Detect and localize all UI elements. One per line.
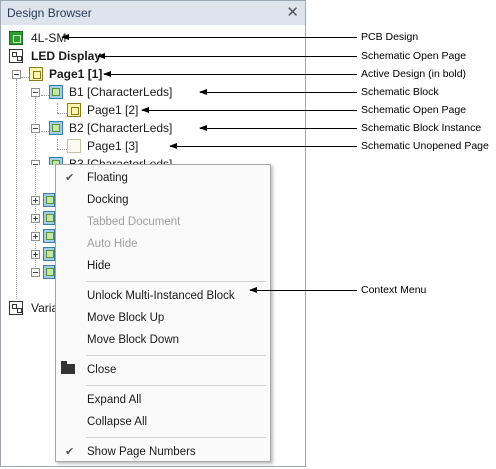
menu-item-label: Tabbed Document [87,216,181,228]
panel-titlebar[interactable]: Design Browser ✕ [1,1,305,26]
arrowhead-icon [199,89,207,95]
menu-item-floating[interactable]: ✔ Floating [56,167,270,189]
annotation-arrow [199,125,357,131]
arrowhead-icon [61,34,69,40]
menu-item-label: Expand All [87,394,142,406]
tree-item-label: B2 [CharacterLeds] [69,121,173,135]
arrowhead-icon [199,125,207,131]
menu-item-docking[interactable]: Docking [56,189,270,211]
annotation-arrow [141,107,357,113]
menu-item-label: Hide [87,260,111,272]
expand-icon[interactable] [31,232,40,241]
variants-icon [9,301,23,315]
annotation-arrow [61,34,357,40]
schematic-project-icon [9,49,23,63]
tree-line [57,103,58,113]
annotation-arrow [199,89,357,95]
schematic-page-icon [67,103,81,117]
check-icon: ✔ [65,446,75,458]
tree-line [57,149,67,150]
collapse-icon[interactable] [31,124,40,133]
menu-item-hide[interactable]: Hide [56,255,270,277]
folder-icon [61,361,75,374]
collapse-icon[interactable] [31,160,40,165]
expand-icon[interactable] [31,214,40,223]
annotation-schematic-block: Schematic Block [361,86,439,98]
menu-item-auto-hide: Auto Hide [56,233,270,255]
tree-item-label: Page1 [3] [87,139,139,153]
arrowhead-icon [141,107,149,113]
menu-separator [86,355,266,356]
menu-item-unlock-block[interactable]: Unlock Multi-Instanced Block [56,285,270,307]
annotation-active-design: Active Design (in bold) [361,68,467,80]
annotation-arrow [169,143,357,149]
menu-item-label: Collapse All [87,416,148,428]
menu-item-label: Close [87,364,117,376]
block-icon [49,85,63,99]
tree-line [57,113,67,114]
annotation-schematic-open-page: Schematic Open Page [361,50,467,62]
annotation-schematic-unopened-page: Schematic Unopened Page [361,140,489,152]
arrowhead-icon [97,53,105,59]
menu-item-label: Auto Hide [87,238,138,250]
menu-item-show-page-numbers[interactable]: ✔ Show Page Numbers [56,441,270,463]
annotation-arrow [97,53,357,59]
collapse-icon[interactable] [12,70,21,79]
menu-item-label: Docking [87,194,129,206]
block-icon [43,247,55,261]
menu-item-expand-all[interactable]: Expand All [56,389,270,411]
menu-item-move-block-down[interactable]: Move Block Down [56,329,270,351]
arrowhead-icon [169,143,177,149]
context-menu: ✔ Floating Docking Tabbed Document Auto … [55,164,271,462]
pcb-icon [9,31,23,45]
menu-item-close[interactable]: Close [56,359,270,381]
block-icon [43,211,55,225]
menu-item-label: Move Block Up [87,312,165,324]
expand-icon[interactable] [31,250,40,259]
menu-item-label: Floating [87,172,128,184]
expand-icon[interactable] [31,196,40,205]
annotation-pcb-design: PCB Design [361,31,419,43]
tree-item-label: B1 [CharacterLeds] [69,85,173,99]
annotation-context-menu: Context Menu [361,284,427,296]
block-icon [43,229,55,243]
tree-item-label: LED Display [31,49,102,63]
tree-item-label: Page1 [1] [49,67,103,81]
annotation-arrow [103,71,357,77]
annotation-schematic-block-instance: Schematic Block Instance [361,122,482,134]
menu-item-tabbed-document: Tabbed Document [56,211,270,233]
unopened-page-icon [67,139,81,153]
block-icon [43,265,55,279]
block-icon [43,193,55,207]
tree-item-label: Page1 [2] [87,103,139,117]
collapse-icon[interactable] [31,88,40,97]
collapse-icon[interactable] [31,268,40,277]
menu-separator [86,437,266,438]
close-icon[interactable]: ✕ [286,3,299,21]
schematic-page-icon [29,67,43,81]
menu-item-label: Show Page Numbers [87,446,196,458]
menu-item-label: Unlock Multi-Instanced Block [87,290,235,302]
menu-separator [86,385,266,386]
menu-separator [86,281,266,282]
arrowhead-icon [249,287,257,293]
panel-title: Design Browser [7,6,92,20]
menu-item-move-block-up[interactable]: Move Block Up [56,307,270,329]
annotation-schematic-open-page-2: Schematic Open Page [361,104,467,116]
arrowhead-icon [103,71,111,77]
tree-item-pcb[interactable]: 4L-SM [9,29,299,47]
tree-line [57,139,58,149]
block-icon [49,121,63,135]
check-icon: ✔ [65,172,75,184]
tree-line [16,79,17,299]
menu-item-collapse-all[interactable]: Collapse All [56,411,270,433]
annotation-arrow [249,287,357,293]
menu-item-label: Move Block Down [87,334,180,346]
